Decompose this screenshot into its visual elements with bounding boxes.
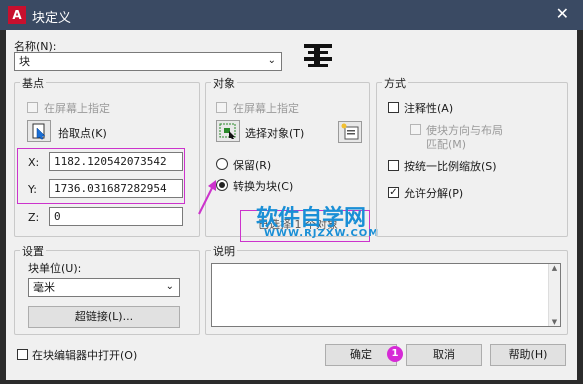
objects-title: 对象 xyxy=(211,75,237,91)
base-specify-on-screen-label: 在屏幕上指定 xyxy=(44,102,110,115)
convert-to-block-label: 转换为块(C) xyxy=(233,180,294,193)
pick-point-button[interactable] xyxy=(27,120,51,142)
scale-uniformly-checkbox[interactable] xyxy=(388,160,399,171)
select-objects-icon xyxy=(219,123,236,139)
settings-title: 设置 xyxy=(20,243,46,259)
step-badge: 1 xyxy=(387,346,403,362)
chevron-down-icon[interactable]: ⌄ xyxy=(166,279,174,294)
scroll-up-icon[interactable]: ▲ xyxy=(549,264,560,272)
quick-select-icon xyxy=(341,123,359,140)
chevron-down-icon[interactable]: ⌄ xyxy=(268,53,276,68)
quick-select-button[interactable] xyxy=(338,121,362,143)
z-label: Z: xyxy=(28,211,40,224)
y-label: Y: xyxy=(28,183,37,196)
description-scrollbar[interactable]: ▲ ▼ xyxy=(548,264,560,326)
block-unit-value: 毫米 xyxy=(33,281,55,294)
objects-specify-on-screen-checkbox[interactable] xyxy=(216,102,227,113)
description-title: 说明 xyxy=(211,243,237,259)
retain-radio[interactable] xyxy=(216,158,228,170)
objects-specify-on-screen-label: 在屏幕上指定 xyxy=(233,102,299,115)
window-title: 块定义 xyxy=(32,11,72,26)
name-value: 块 xyxy=(19,55,30,68)
annotative-checkbox[interactable] xyxy=(388,102,399,113)
watermark-url: WWW.RJZXW.COM xyxy=(264,228,380,239)
retain-label: 保留(R) xyxy=(233,159,272,172)
annotation-arrow-icon xyxy=(198,180,216,215)
block-preview-icon xyxy=(304,44,332,67)
select-objects-label: 选择对象(T) xyxy=(245,127,305,140)
pick-point-label: 拾取点(K) xyxy=(58,127,107,140)
autocad-app-icon: A xyxy=(8,6,26,24)
x-label: X: xyxy=(28,156,40,169)
match-orientation-label-2: 匹配(M) xyxy=(426,138,467,151)
base-point-title: 基点 xyxy=(20,75,46,91)
select-objects-button[interactable] xyxy=(216,120,240,142)
description-textarea[interactable]: ▲ ▼ xyxy=(211,263,561,327)
allow-exploding-label: 允许分解(P) xyxy=(404,187,464,200)
name-combobox[interactable]: 块 ⌄ xyxy=(14,52,282,71)
annotative-label: 注释性(A) xyxy=(404,102,454,115)
allow-exploding-checkbox[interactable]: ✓ xyxy=(388,187,399,198)
block-unit-label: 块单位(U): xyxy=(28,262,82,275)
block-definition-dialog: 名称(N): 块 ⌄ 基点 在屏幕上指定 拾取点(K) X: 1182.1205… xyxy=(6,30,577,380)
block-unit-select[interactable]: 毫米 ⌄ xyxy=(28,278,180,297)
match-orientation-checkbox[interactable] xyxy=(410,124,421,135)
behavior-title: 方式 xyxy=(382,75,408,91)
cancel-button[interactable]: 取消 xyxy=(406,344,482,366)
help-button[interactable]: 帮助(H) xyxy=(490,344,566,366)
title-bar: A 块定义 ✕ xyxy=(0,0,583,30)
x-field[interactable]: 1182.120542073542 xyxy=(49,152,183,171)
z-field[interactable]: 0 xyxy=(49,207,183,226)
open-in-editor-checkbox[interactable] xyxy=(17,349,28,360)
open-in-editor-label: 在块编辑器中打开(O) xyxy=(32,349,138,362)
close-icon[interactable]: ✕ xyxy=(556,4,569,23)
y-field[interactable]: 1736.031687282954 xyxy=(49,179,183,198)
hyperlink-button[interactable]: 超链接(L)... xyxy=(28,306,180,328)
scroll-down-icon[interactable]: ▼ xyxy=(549,318,560,326)
scale-uniformly-label: 按统一比例缩放(S) xyxy=(404,160,497,173)
base-specify-on-screen-checkbox[interactable] xyxy=(27,102,38,113)
pick-point-icon xyxy=(32,123,46,140)
